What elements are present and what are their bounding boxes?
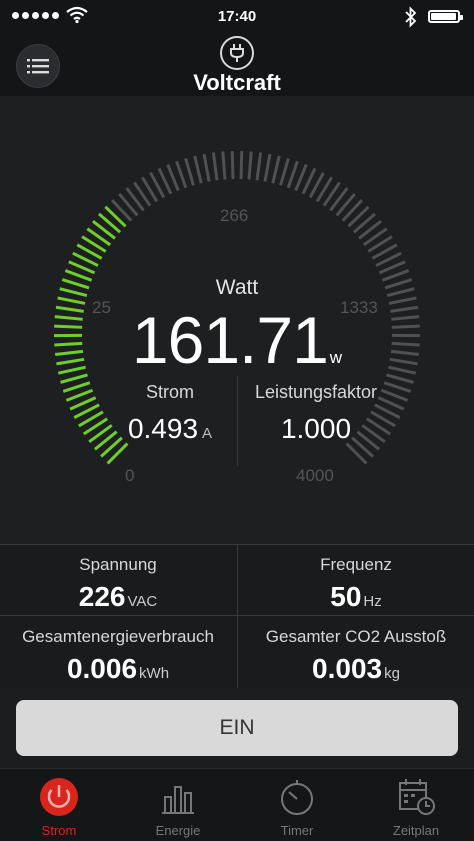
timer-icon [275,775,319,819]
power-value: 161.71 [132,303,328,377]
co2-value: 0.003 [312,653,382,684]
gauge-segment [223,152,225,180]
device-status [220,36,254,70]
gauge-segment [249,152,251,180]
frequency-unit: Hz [363,593,381,610]
tab-timer-label: Timer [238,823,356,838]
current-reading: Strom 0.493A [110,382,230,445]
gauge-segment [257,153,261,181]
power-icon [37,775,81,819]
calendar-clock-icon [394,775,438,819]
stats-divider-vertical [237,544,238,688]
current-label: Strom [110,382,230,403]
status-bar: 17:40 [0,0,474,34]
plug-icon [228,43,246,63]
tab-energie-label: Energie [119,823,237,838]
gauge-segment [168,165,179,191]
power-toggle-button[interactable]: EIN [16,700,458,756]
current-value: 0.493 [128,413,198,444]
gauge-segment [265,154,270,182]
voltage-label: Spannung [0,555,236,575]
gauge-segment [288,161,297,187]
gauge-tick-4000: 4000 [296,466,334,486]
tab-strom[interactable]: Strom [0,769,118,841]
gauge-segment [232,151,233,179]
gauge-segment [63,383,90,392]
power-unit: w [330,348,342,367]
energy-cell: Gesamtenergieverbrauch 0.006kWh [0,617,236,688]
bar-chart-icon [156,775,200,819]
co2-label: Gesamter CO2 Ausstoß [238,627,474,647]
status-time: 17:40 [0,8,474,25]
gauge-segment [195,156,201,183]
gauge-tick-266: 266 [220,206,248,226]
energy-value: 0.006 [67,653,137,684]
power-factor-label: Leistungsfaktor [240,382,392,403]
energy-unit: kWh [139,665,169,682]
gauge-segment [273,156,279,183]
tab-energie[interactable]: Energie [119,769,237,841]
gauge-segment [281,158,289,185]
co2-unit: kg [384,665,400,682]
tab-strom-label: Strom [0,823,118,838]
power-readout: 161.71w [0,302,474,378]
frequency-cell: Frequenz 50Hz [238,545,474,616]
current-unit: A [202,425,212,442]
gauge-segment [296,165,307,191]
power-gauge: 0 25 266 1333 4000 Watt 161.71w Strom 0.… [0,96,474,544]
co2-cell: Gesamter CO2 Ausstoß 0.003kg [238,617,474,688]
power-factor-reading: Leistungsfaktor 1.000 [240,382,392,445]
gauge-segment [177,161,186,187]
readout-divider [237,376,238,466]
gauge-tick-0: 0 [125,466,134,486]
tab-bar: Strom Energie Timer Zeitplan [0,768,474,841]
tab-zeitplan[interactable]: Zeitplan [357,769,474,841]
bluetooth-icon [404,6,418,28]
voltage-value: 226 [79,581,126,612]
frequency-value: 50 [330,581,361,612]
page-title: Voltcraft [0,70,474,96]
power-label: Watt [0,276,474,300]
gauge-segment [204,154,209,182]
tab-zeitplan-label: Zeitplan [357,823,474,838]
battery-icon [428,10,460,23]
gauge-segment [241,151,242,179]
voltage-cell: Spannung 226VAC [0,545,236,616]
tab-timer[interactable]: Timer [238,769,356,841]
voltage-unit: VAC [127,593,157,610]
app-header: Voltcraft [0,34,474,97]
energy-label: Gesamtenergieverbrauch [0,627,236,647]
frequency-label: Frequenz [238,555,474,575]
power-factor-value: 1.000 [281,413,351,444]
gauge-segment [186,158,194,185]
gauge-segment [66,390,92,400]
gauge-segment [213,153,217,181]
